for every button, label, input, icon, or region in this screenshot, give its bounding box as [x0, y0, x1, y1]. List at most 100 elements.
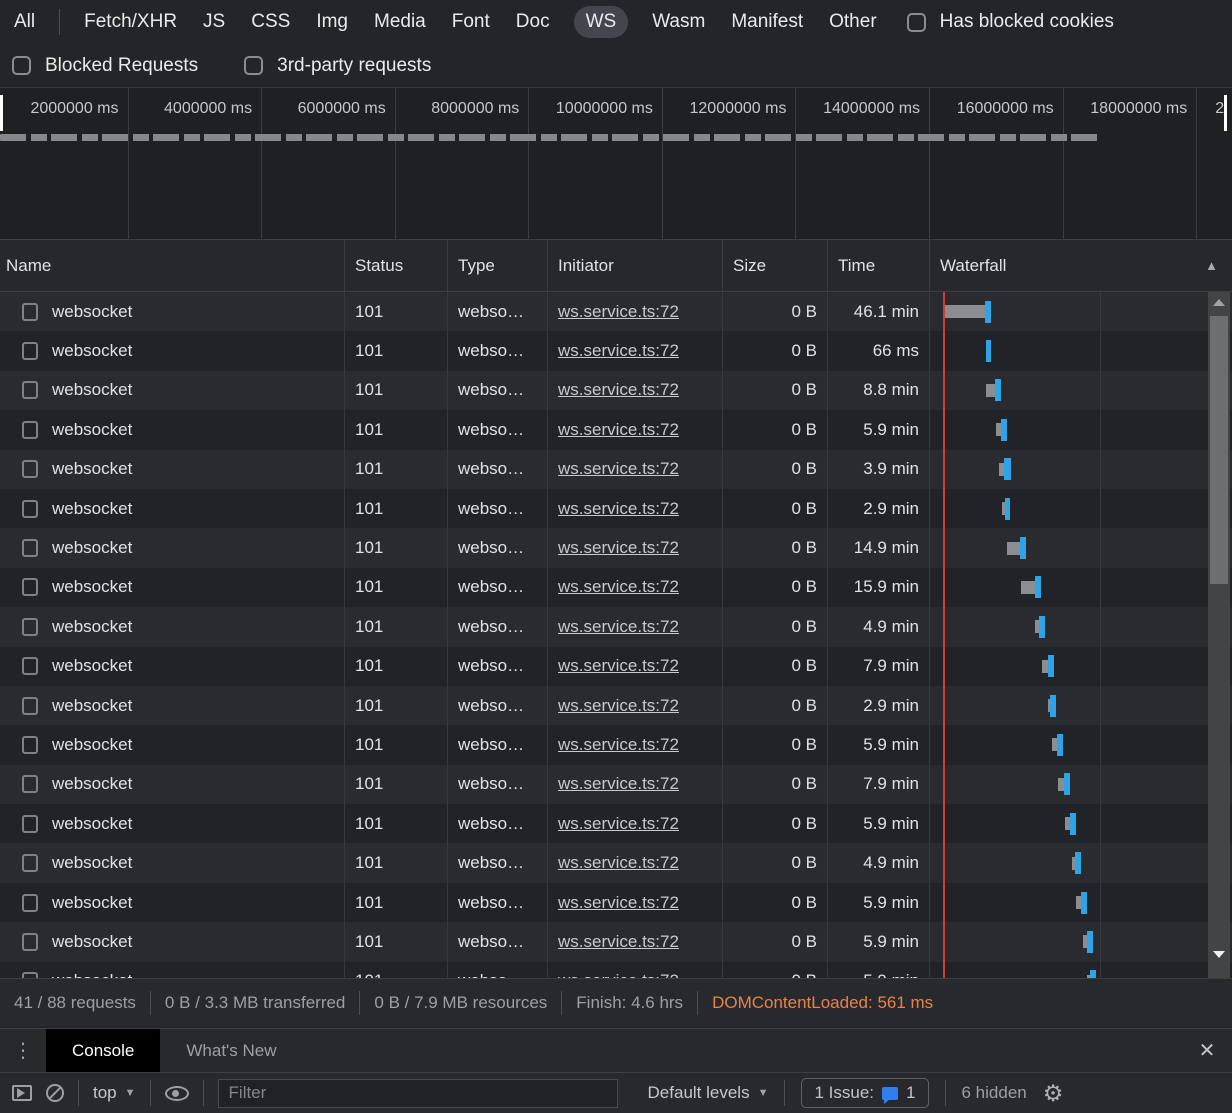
initiator-link[interactable]: ws.service.ts:72: [558, 735, 679, 755]
column-header-name[interactable]: Name: [0, 240, 345, 291]
filter-pill-doc[interactable]: Doc: [514, 6, 552, 38]
console-settings-gear-icon[interactable]: ⚙: [1043, 1082, 1064, 1105]
table-row[interactable]: websocket 101 webso… ws.service.ts:72 0 …: [0, 607, 1232, 646]
filter-pill-js[interactable]: JS: [201, 6, 227, 38]
filter-pill-fetch-xhr[interactable]: Fetch/XHR: [82, 6, 179, 38]
request-name-cell[interactable]: websocket: [0, 568, 345, 607]
request-name-cell[interactable]: websocket: [0, 331, 345, 370]
filter-pill-manifest[interactable]: Manifest: [729, 6, 805, 38]
column-header-status[interactable]: Status: [345, 240, 448, 291]
table-row[interactable]: websocket 101 webso… ws.service.ts:72 0 …: [0, 331, 1232, 370]
request-name-cell[interactable]: websocket: [0, 843, 345, 882]
request-name-cell[interactable]: websocket: [0, 371, 345, 410]
initiator-link[interactable]: ws.service.ts:72: [558, 577, 679, 597]
log-levels-dropdown[interactable]: Default levels ▼: [648, 1083, 769, 1103]
waterfall-cell: [930, 371, 1232, 410]
initiator-link[interactable]: ws.service.ts:72: [558, 853, 679, 873]
column-header-size[interactable]: Size: [723, 240, 828, 291]
request-name-cell[interactable]: websocket: [0, 686, 345, 725]
filter-pill-ws[interactable]: WS: [574, 6, 629, 38]
waterfall-cell: [930, 607, 1232, 646]
table-row[interactable]: websocket 101 webso… ws.service.ts:72 0 …: [0, 843, 1232, 882]
table-row[interactable]: websocket 101 webso… ws.service.ts:72 0 …: [0, 371, 1232, 410]
overview-left-handle[interactable]: [0, 95, 3, 131]
filter-pill-font[interactable]: Font: [450, 6, 492, 38]
table-row[interactable]: websocket 101 webso… ws.service.ts:72 0 …: [0, 883, 1232, 922]
column-header-time[interactable]: Time: [828, 240, 930, 291]
live-expression-eye-icon[interactable]: [165, 1086, 189, 1101]
request-name-cell[interactable]: websocket: [0, 804, 345, 843]
request-name-cell[interactable]: websocket: [0, 450, 345, 489]
initiator-link[interactable]: ws.service.ts:72: [558, 499, 679, 519]
blocked-requests-checkbox[interactable]: [12, 56, 31, 75]
initiator-link[interactable]: ws.service.ts:72: [558, 932, 679, 952]
table-row[interactable]: websocket 101 webso… ws.service.ts:72 0 …: [0, 568, 1232, 607]
table-row[interactable]: websocket 101 webso… ws.service.ts:72 0 …: [0, 962, 1232, 978]
context-selector[interactable]: top ▼: [93, 1083, 136, 1103]
initiator-link[interactable]: ws.service.ts:72: [558, 341, 679, 361]
table-scrollbar[interactable]: [1208, 292, 1230, 978]
column-header-initiator[interactable]: Initiator: [548, 240, 723, 291]
filter-pill-other[interactable]: Other: [827, 6, 879, 38]
request-name-cell[interactable]: websocket: [0, 528, 345, 567]
request-name-cell[interactable]: websocket: [0, 883, 345, 922]
initiator-link[interactable]: ws.service.ts:72: [558, 380, 679, 400]
filter-pill-wasm[interactable]: Wasm: [650, 6, 707, 38]
request-name-cell[interactable]: websocket: [0, 922, 345, 961]
scrollbar-thumb[interactable]: [1210, 316, 1228, 584]
column-header-waterfall[interactable]: Waterfall ▲: [930, 240, 1232, 291]
tab-console[interactable]: Console: [46, 1029, 160, 1072]
request-name-cell[interactable]: websocket: [0, 410, 345, 449]
has-blocked-cookies-checkbox[interactable]: [907, 13, 926, 32]
request-name-cell[interactable]: websocket: [0, 647, 345, 686]
tab-whats-new[interactable]: What's New: [160, 1029, 302, 1072]
initiator-link[interactable]: ws.service.ts:72: [558, 893, 679, 913]
request-name-cell[interactable]: websocket: [0, 489, 345, 528]
request-name-cell[interactable]: websocket: [0, 962, 345, 978]
table-row[interactable]: websocket 101 webso… ws.service.ts:72 0 …: [0, 725, 1232, 764]
timeline-ruler[interactable]: 2000000 ms4000000 ms6000000 ms8000000 ms…: [0, 88, 1232, 240]
drawer-menu-icon[interactable]: ⋮: [0, 1029, 46, 1072]
initiator-link[interactable]: ws.service.ts:72: [558, 696, 679, 716]
table-row[interactable]: websocket 101 webso… ws.service.ts:72 0 …: [0, 410, 1232, 449]
initiator-link[interactable]: ws.service.ts:72: [558, 814, 679, 834]
network-overview-band[interactable]: [0, 134, 1098, 141]
initiator-link[interactable]: ws.service.ts:72: [558, 656, 679, 676]
clear-console-icon[interactable]: [46, 1084, 64, 1102]
filter-pill-media[interactable]: Media: [372, 6, 428, 38]
request-name-cell[interactable]: websocket: [0, 607, 345, 646]
initiator-link[interactable]: ws.service.ts:72: [558, 774, 679, 794]
request-name-cell[interactable]: websocket: [0, 725, 345, 764]
initiator-link[interactable]: ws.service.ts:72: [558, 617, 679, 637]
table-row[interactable]: websocket 101 webso… ws.service.ts:72 0 …: [0, 528, 1232, 567]
console-sidebar-icon[interactable]: [12, 1085, 32, 1101]
drawer-close-icon[interactable]: ✕: [1182, 1029, 1232, 1072]
scroll-down-arrow[interactable]: [1208, 944, 1230, 964]
table-row[interactable]: websocket 101 webso… ws.service.ts:72 0 …: [0, 450, 1232, 489]
initiator-link[interactable]: ws.service.ts:72: [558, 538, 679, 558]
request-initiator-cell: ws.service.ts:72: [548, 883, 723, 922]
initiator-link[interactable]: ws.service.ts:72: [558, 302, 679, 322]
filter-pill-css[interactable]: CSS: [249, 6, 292, 38]
initiator-link[interactable]: ws.service.ts:72: [558, 971, 679, 978]
third-party-checkbox[interactable]: [244, 56, 263, 75]
overview-right-handle[interactable]: [1224, 95, 1227, 131]
column-header-type[interactable]: Type: [448, 240, 548, 291]
scroll-up-arrow[interactable]: [1208, 292, 1230, 312]
request-name-cell[interactable]: websocket: [0, 292, 345, 331]
initiator-link[interactable]: ws.service.ts:72: [558, 459, 679, 479]
table-row[interactable]: websocket 101 webso… ws.service.ts:72 0 …: [0, 804, 1232, 843]
table-row[interactable]: websocket 101 webso… ws.service.ts:72 0 …: [0, 922, 1232, 961]
issues-counter[interactable]: 1 Issue: 1: [801, 1078, 928, 1108]
console-filter-input[interactable]: [218, 1079, 618, 1108]
table-row[interactable]: websocket 101 webso… ws.service.ts:72 0 …: [0, 686, 1232, 725]
initiator-link[interactable]: ws.service.ts:72: [558, 420, 679, 440]
request-icon: [22, 815, 38, 833]
table-row[interactable]: websocket 101 webso… ws.service.ts:72 0 …: [0, 489, 1232, 528]
filter-pill-img[interactable]: Img: [314, 6, 350, 38]
table-row[interactable]: websocket 101 webso… ws.service.ts:72 0 …: [0, 765, 1232, 804]
table-row[interactable]: websocket 101 webso… ws.service.ts:72 0 …: [0, 292, 1232, 331]
request-name-cell[interactable]: websocket: [0, 765, 345, 804]
table-row[interactable]: websocket 101 webso… ws.service.ts:72 0 …: [0, 647, 1232, 686]
filter-pill-all[interactable]: All: [12, 6, 37, 38]
